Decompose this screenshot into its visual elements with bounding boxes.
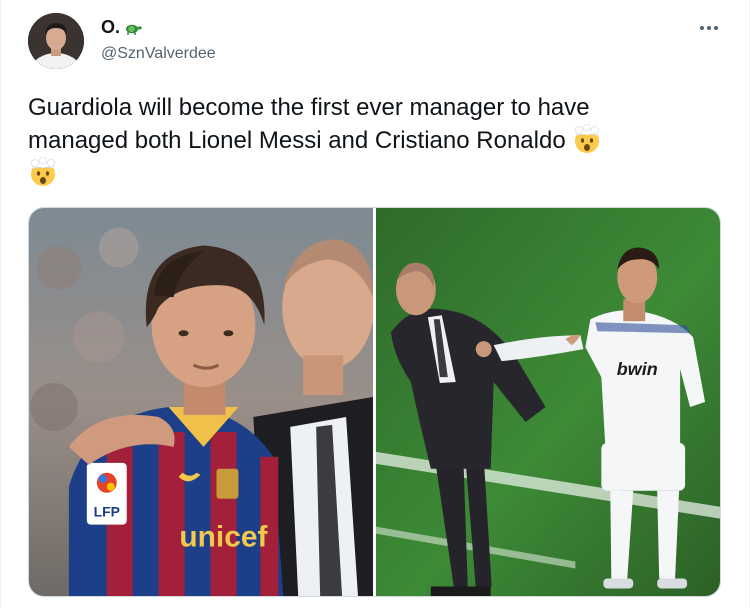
bwin-sponsor-label: bwin [617, 359, 658, 379]
tweet-text-line-2: managed both Lionel Messi and Cristiano … [28, 127, 566, 154]
media-grid: LFP unicef bwin [28, 207, 721, 597]
author-name-row: O. [101, 17, 143, 38]
exploding-head-emoji [28, 156, 58, 187]
tweet-card: O. @SznValverdee Guardiola will become t… [0, 0, 750, 608]
avatar-image [28, 13, 84, 69]
avatar[interactable] [28, 13, 84, 69]
author-handle[interactable]: @SznValverdee [101, 45, 216, 63]
unicef-sponsor-label: unicef [179, 521, 268, 554]
messi-guardiola-photo[interactable]: LFP unicef [29, 208, 373, 596]
tweet-text-line-1: Guardiola will become the first ever man… [28, 94, 590, 121]
turtle-icon [123, 20, 143, 36]
guardiola-ronaldo-photo[interactable]: bwin [376, 208, 720, 596]
more-options-icon[interactable] [691, 16, 727, 40]
tweet-text: Guardiola will become the first ever man… [28, 91, 718, 190]
lfp-badge-label: LFP [94, 504, 120, 520]
exploding-head-emoji [572, 123, 602, 154]
author-display-name[interactable]: O. [101, 17, 120, 38]
